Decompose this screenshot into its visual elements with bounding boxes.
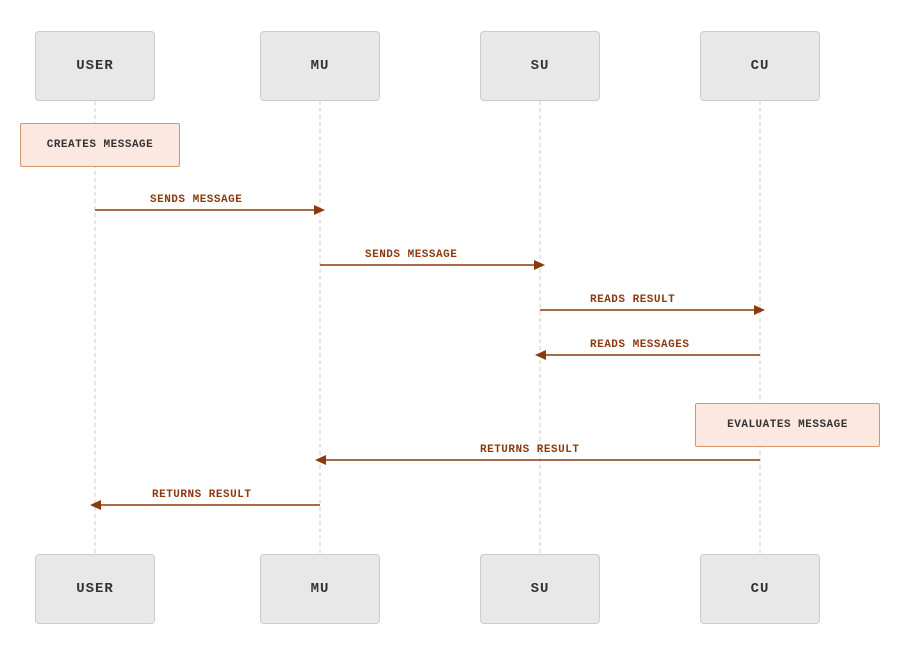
actor-su-bottom: SU <box>480 554 600 624</box>
actor-mu-top: MU <box>260 31 380 101</box>
label-reads-messages: READS MESSAGES <box>590 339 689 351</box>
actor-user-top: USER <box>35 31 155 101</box>
actor-mu-bottom: MU <box>260 554 380 624</box>
sequence-diagram: USER MU SU CU USER MU SU CU CREATES MESS… <box>0 0 920 655</box>
note-creates-message: CREATES MESSAGE <box>20 123 180 167</box>
actor-user-bottom: USER <box>35 554 155 624</box>
label-sends-message-1: SENDS MESSAGE <box>150 194 242 206</box>
label-reads-result: READS RESULT <box>590 294 675 306</box>
actor-su-top: SU <box>480 31 600 101</box>
label-returns-result-1: RETURNS RESULT <box>480 444 579 456</box>
label-returns-result-2: RETURNS RESULT <box>152 489 251 501</box>
actor-cu-top: CU <box>700 31 820 101</box>
label-sends-message-2: SENDS MESSAGE <box>365 249 457 261</box>
actor-cu-bottom: CU <box>700 554 820 624</box>
note-evaluates-message: EVALUATES MESSAGE <box>695 403 880 447</box>
